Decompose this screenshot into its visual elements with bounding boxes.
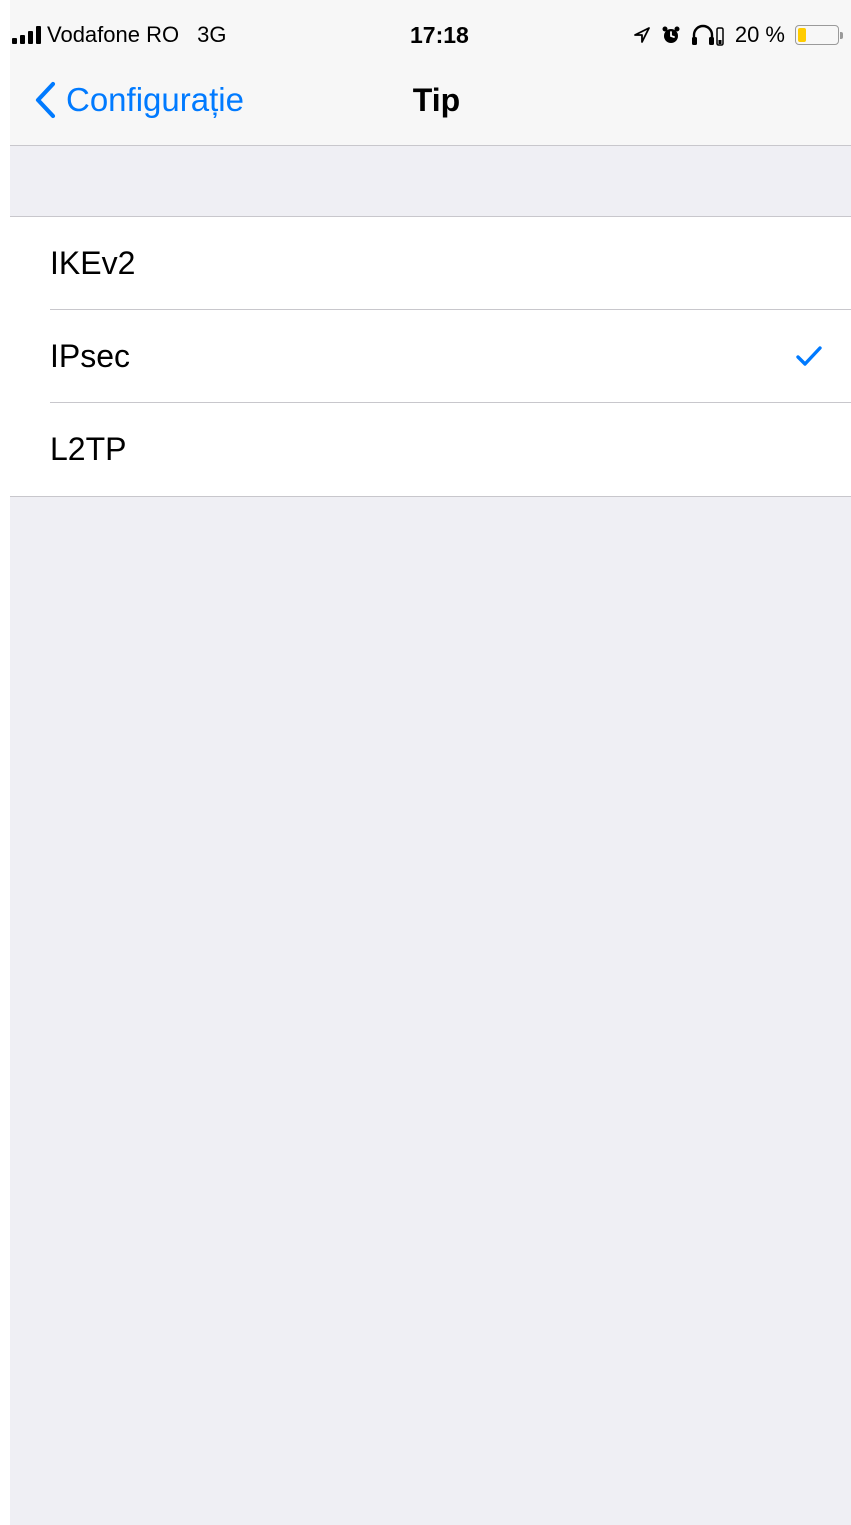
status-bar: Vodafone RO 3G 17:18 20 % [10, 0, 851, 64]
option-label: IPsec [50, 338, 131, 374]
battery-level-fill [798, 28, 806, 42]
screen: Vodafone RO 3G 17:18 20 % Configurație T… [10, 0, 851, 1525]
back-button-label: Configurație [66, 81, 244, 118]
option-label: L2TP [50, 431, 127, 467]
network-type: 3G [197, 22, 227, 47]
option-ikev2[interactable]: IKEv2 [10, 217, 851, 310]
signal-icon [12, 26, 41, 44]
option-ipsec[interactable]: IPsec [10, 310, 851, 403]
top-bars: Vodafone RO 3G 17:18 20 % Configurație T… [10, 0, 851, 146]
status-time: 17:18 [410, 22, 469, 48]
page-title-text: Tip [412, 82, 461, 118]
carrier-name: Vodafone RO [47, 22, 180, 47]
back-button[interactable]: Configurație [34, 78, 244, 122]
location-arrow-icon [633, 27, 650, 43]
battery-icon [795, 25, 843, 45]
headphones-icon [691, 24, 724, 46]
option-label: IKEv2 [50, 245, 136, 281]
chevron-left-icon [35, 81, 56, 119]
status-left: Vodafone RO 3G [12, 20, 226, 50]
vpn-type-list: IKEv2 IPsec L2TP [10, 216, 851, 497]
option-l2tp[interactable]: L2TP [10, 403, 851, 496]
checkmark-icon [796, 346, 822, 366]
navigation-bar: Configurație Tip [10, 64, 851, 145]
alarm-clock-icon [662, 26, 680, 43]
status-right: 20 % [633, 20, 843, 50]
battery-percent: 20 % [734, 22, 785, 47]
